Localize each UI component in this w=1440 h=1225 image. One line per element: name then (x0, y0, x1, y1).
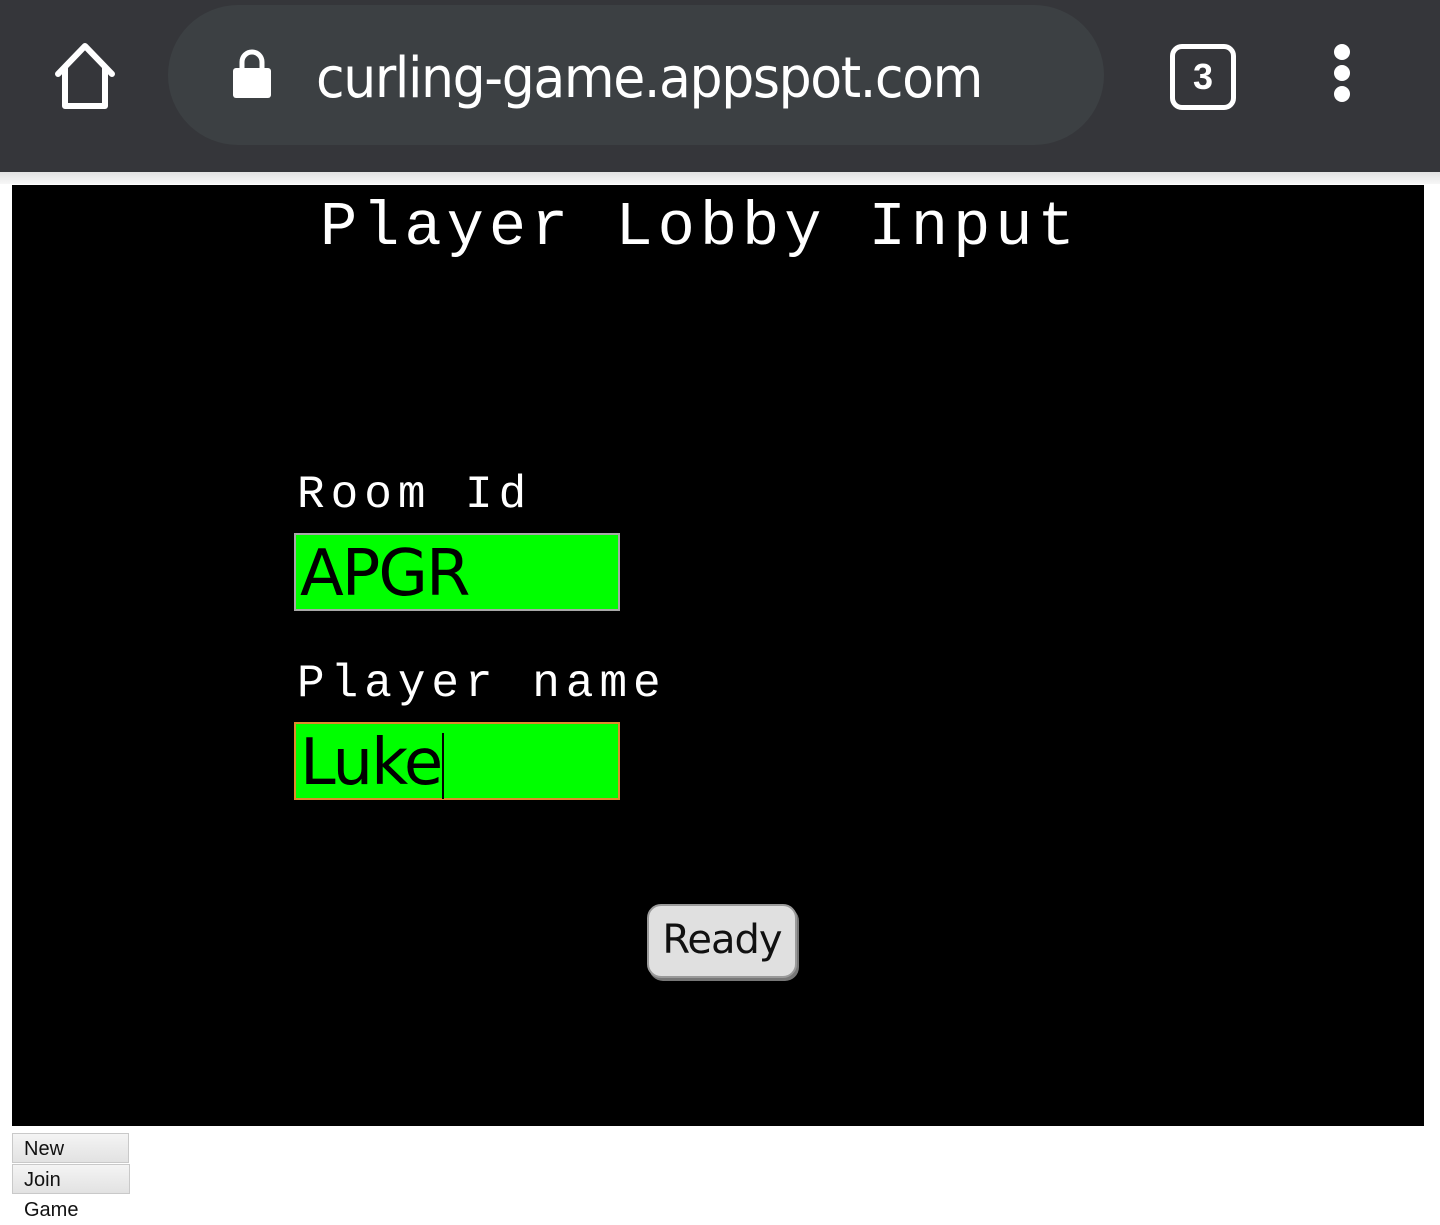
game-canvas[interactable]: Player Lobby Input Room Id APGR Player n… (12, 185, 1424, 1126)
room-id-label: Room Id (297, 469, 533, 521)
browser-toolbar: curling-game.appspot.com 3 (0, 0, 1440, 172)
ready-button[interactable]: Ready (647, 904, 797, 978)
home-icon[interactable] (50, 40, 120, 112)
more-vert-icon[interactable] (1328, 44, 1356, 108)
lock-icon (233, 49, 271, 98)
player-name-value: Luke (300, 726, 443, 800)
url-text[interactable]: curling-game.appspot.com (316, 44, 983, 114)
join-game-button[interactable]: Join Game (12, 1164, 130, 1221)
new-game-button[interactable]: New game (12, 1133, 129, 1190)
room-id-value: APGR (300, 537, 470, 611)
page-title: Player Lobby Input (320, 192, 1080, 263)
text-caret (442, 733, 445, 800)
player-name-input[interactable]: Luke (294, 722, 620, 800)
tab-switcher-icon[interactable]: 3 (1170, 44, 1236, 110)
player-name-label: Player name (297, 658, 667, 710)
toolbar-shadow (0, 172, 1440, 184)
room-id-input[interactable]: APGR (294, 533, 620, 611)
